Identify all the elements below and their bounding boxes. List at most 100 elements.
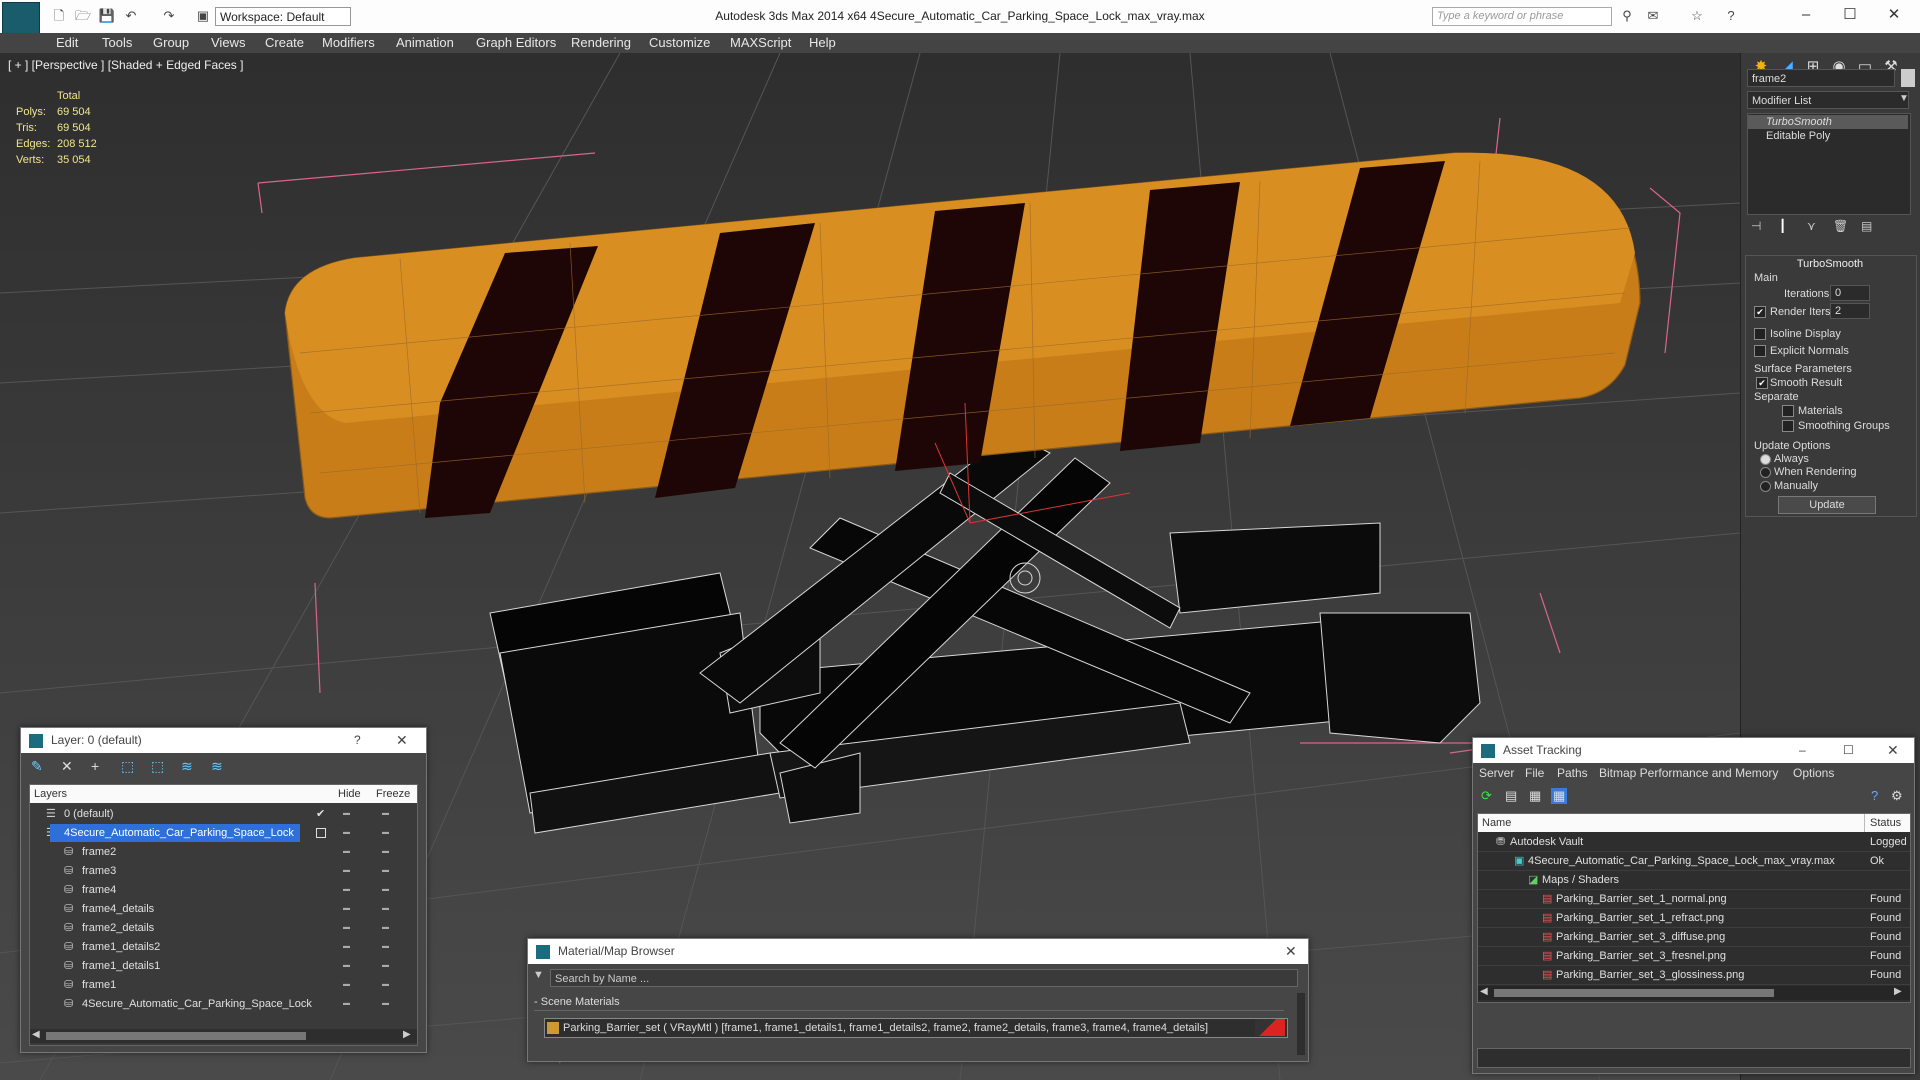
asset-row[interactable]: ▣ 4Secure_Automatic_Car_Parking_Space_Loc… bbox=[1478, 852, 1910, 871]
help-icon[interactable]: ? bbox=[1722, 8, 1740, 24]
freeze-toggle[interactable]: ▬ bbox=[382, 976, 389, 994]
column-name[interactable]: Name bbox=[1482, 814, 1511, 832]
layer-row[interactable]: ⛁ frame2_details ▬ ▬ bbox=[30, 919, 417, 937]
render-iters-checkbox[interactable]: ✔ bbox=[1754, 306, 1766, 318]
menu-modifiers[interactable]: Modifiers bbox=[322, 35, 375, 50]
menu-file[interactable]: File bbox=[1525, 766, 1544, 780]
table-view-icon[interactable]: ▦ bbox=[1551, 788, 1568, 804]
add-to-layer-icon[interactable]: + bbox=[91, 758, 99, 774]
thumbnail-icon[interactable]: ▦ bbox=[1529, 788, 1541, 804]
freeze-toggle[interactable]: ▬ bbox=[382, 919, 389, 937]
freeze-toggle[interactable]: ▬ bbox=[382, 938, 389, 956]
remove-modifier-icon[interactable]: 🗑 bbox=[1833, 219, 1848, 233]
binoculars-icon[interactable]: ⚲ bbox=[1618, 8, 1636, 24]
always-radio[interactable] bbox=[1760, 454, 1771, 465]
isoline-checkbox[interactable] bbox=[1754, 328, 1766, 340]
object-color-swatch[interactable] bbox=[1901, 69, 1915, 87]
layer-row[interactable]: ☰ 0 (default) ✔ ▬ ▬ bbox=[30, 805, 417, 823]
column-freeze[interactable]: Freeze bbox=[376, 785, 410, 803]
show-end-result-icon[interactable]: ┃ bbox=[1779, 219, 1786, 233]
settings-icon[interactable]: ⚙ bbox=[1891, 788, 1903, 804]
asset-row[interactable]: ⛃ Autodesk Vault Logged bbox=[1478, 833, 1910, 852]
app-logo-icon[interactable] bbox=[2, 2, 40, 34]
create-layer-icon[interactable]: ✎ bbox=[31, 758, 43, 775]
smoothing-groups-checkbox[interactable] bbox=[1782, 420, 1794, 432]
menu-customize[interactable]: Customize bbox=[649, 35, 710, 50]
list-view-icon[interactable]: ▤ bbox=[1505, 788, 1517, 804]
hide-toggle[interactable]: ▬ bbox=[343, 938, 350, 956]
menu-bitmap-performance[interactable]: Bitmap Performance and Memory bbox=[1599, 766, 1778, 780]
asset-row[interactable]: ◪ Maps / Shaders bbox=[1478, 871, 1910, 890]
column-hide[interactable]: Hide bbox=[338, 785, 361, 803]
rollout-title[interactable]: TurboSmooth bbox=[1746, 258, 1914, 270]
hide-toggle[interactable]: ▬ bbox=[343, 862, 350, 880]
scroll-left-icon[interactable]: ◀ bbox=[32, 1029, 40, 1040]
hide-all-icon[interactable]: ≋ bbox=[181, 758, 193, 775]
menu-paths[interactable]: Paths bbox=[1557, 766, 1588, 780]
scroll-thumb[interactable] bbox=[1494, 989, 1774, 997]
freeze-toggle[interactable]: ▬ bbox=[382, 862, 389, 880]
menu-rendering[interactable]: Rendering bbox=[571, 35, 631, 50]
redo-icon[interactable]: ↷ bbox=[160, 8, 178, 24]
material-search-input[interactable]: Search by Name ... bbox=[550, 969, 1298, 987]
active-layer-check-icon[interactable]: ✔ bbox=[316, 805, 325, 823]
collapse-icon[interactable]: - bbox=[534, 996, 541, 1008]
materials-checkbox[interactable] bbox=[1782, 405, 1794, 417]
freeze-toggle[interactable]: ▬ bbox=[382, 995, 389, 1013]
freeze-toggle[interactable]: ▬ bbox=[382, 805, 389, 823]
menu-edit[interactable]: Edit bbox=[56, 35, 78, 50]
asset-row[interactable]: ▤ Parking_Barrier_set_3_glossiness.png Fou… bbox=[1478, 966, 1910, 985]
scene-materials-group[interactable]: - Scene Materials bbox=[534, 994, 1284, 1011]
hide-toggle[interactable]: ▬ bbox=[343, 824, 350, 842]
explicit-normals-checkbox[interactable] bbox=[1754, 345, 1766, 357]
chevron-down-icon[interactable]: ▼ bbox=[1899, 93, 1909, 104]
freeze-toggle[interactable]: ▬ bbox=[382, 900, 389, 918]
stack-item-turbosmooth[interactable]: TurboSmooth bbox=[1748, 115, 1908, 129]
scroll-right-icon[interactable]: ▶ bbox=[1894, 986, 1902, 997]
layer-row[interactable]: ⛁ frame4_details ▬ ▬ bbox=[30, 900, 417, 918]
menu-create[interactable]: Create bbox=[265, 35, 304, 50]
set-current-icon[interactable] bbox=[316, 828, 326, 838]
close-icon[interactable]: ✕ bbox=[1887, 738, 1899, 763]
smooth-result-checkbox[interactable]: ✔ bbox=[1756, 377, 1768, 389]
options-menu-icon[interactable]: ▼ bbox=[533, 969, 544, 981]
asset-row[interactable]: ▤ Parking_Barrier_set_1_refract.png Found bbox=[1478, 909, 1910, 928]
layer-window-titlebar[interactable]: Layer: 0 (default) ? ✕ bbox=[21, 728, 426, 753]
object-name-field[interactable]: frame2 bbox=[1747, 69, 1895, 87]
material-browser-titlebar[interactable]: Material/Map Browser ✕ bbox=[528, 939, 1308, 964]
hide-toggle[interactable]: ▬ bbox=[343, 995, 350, 1013]
communication-icon[interactable]: ✉ bbox=[1644, 8, 1662, 24]
menu-help[interactable]: Help bbox=[809, 35, 836, 50]
column-layers[interactable]: Layers bbox=[34, 785, 67, 803]
configure-sets-icon[interactable]: ▤ bbox=[1861, 219, 1872, 233]
menu-graph-editors[interactable]: Graph Editors bbox=[476, 35, 556, 50]
menu-group[interactable]: Group bbox=[153, 35, 189, 50]
freeze-toggle[interactable]: ▬ bbox=[382, 824, 389, 842]
layer-row[interactable]: ⛁ 4Secure_Automatic_Car_Parking_Space_Loc… bbox=[30, 995, 417, 1013]
material-item[interactable]: Parking_Barrier_set ( VRayMtl ) [frame1,… bbox=[544, 1018, 1288, 1038]
column-status[interactable]: Status bbox=[1870, 814, 1901, 832]
layer-row[interactable]: ⛁ frame1 ▬ ▬ bbox=[30, 976, 417, 994]
select-objects-icon[interactable]: ⬚ bbox=[121, 758, 134, 775]
delete-layer-icon[interactable]: ✕ bbox=[61, 758, 73, 775]
refresh-icon[interactable]: ⟳ bbox=[1481, 788, 1492, 804]
search-input[interactable]: Type a keyword or phrase bbox=[1432, 7, 1612, 26]
asset-tracking-titlebar[interactable]: Asset Tracking – ☐ ✕ bbox=[1473, 738, 1914, 763]
star-icon[interactable]: ☆ bbox=[1688, 8, 1706, 24]
minimize-button[interactable]: – bbox=[1786, 4, 1826, 26]
save-icon[interactable]: 💾 bbox=[98, 8, 116, 24]
menu-views[interactable]: Views bbox=[211, 35, 245, 50]
make-unique-icon[interactable]: ⋎ bbox=[1807, 219, 1816, 233]
layer-row[interactable]: ⛁ frame3 ▬ ▬ bbox=[30, 862, 417, 880]
viewport-label[interactable]: [ + ] [Perspective ] [Shaded + Edged Fac… bbox=[8, 58, 243, 72]
layer-row[interactable]: ⛁ frame1_details1 ▬ ▬ bbox=[30, 957, 417, 975]
pin-stack-icon[interactable]: ⊣ bbox=[1751, 219, 1761, 233]
close-button[interactable]: ✕ bbox=[1874, 4, 1914, 26]
menu-options[interactable]: Options bbox=[1793, 766, 1834, 780]
horizontal-scrollbar[interactable]: ◀ ▶ bbox=[30, 1029, 417, 1043]
project-folder-icon[interactable]: ▣ bbox=[194, 8, 212, 24]
close-icon[interactable]: ✕ bbox=[396, 728, 408, 753]
layer-row[interactable]: ☰4Secure_Automatic_Car_Parking_Space_Loc… bbox=[30, 824, 417, 842]
close-icon[interactable]: ✕ bbox=[1285, 939, 1297, 964]
hide-toggle[interactable]: ▬ bbox=[343, 900, 350, 918]
